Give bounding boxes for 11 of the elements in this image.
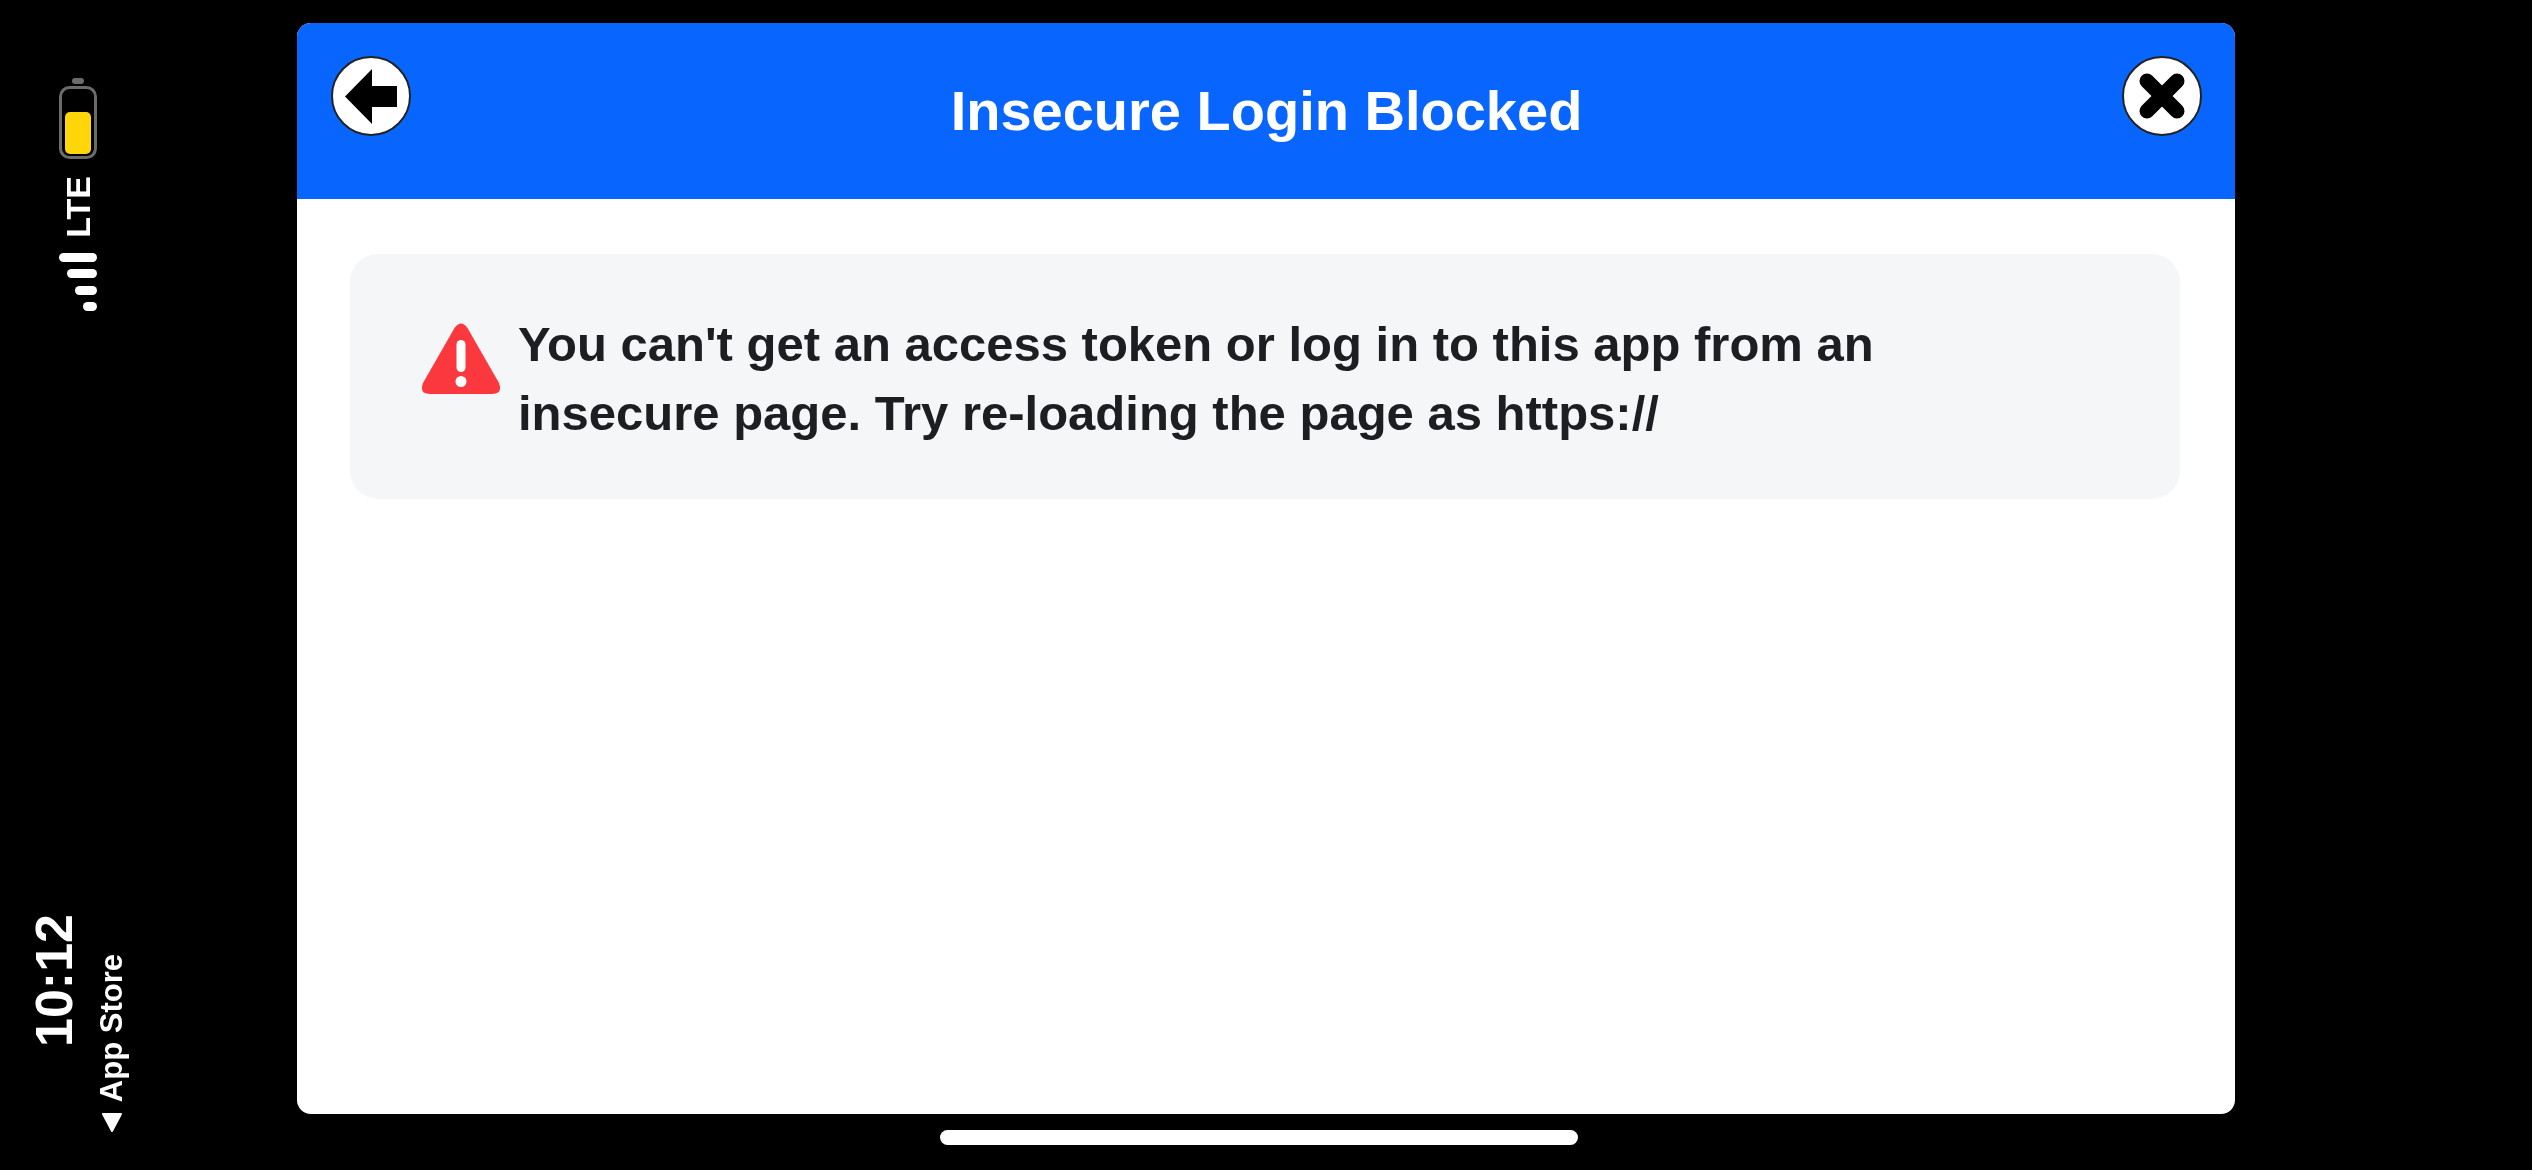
dialog-title: Insecure Login Blocked <box>949 78 1584 145</box>
close-icon <box>2138 72 2186 120</box>
triangle-icon <box>101 1112 122 1132</box>
warning-icon <box>421 323 501 395</box>
back-to-app-link[interactable]: App Store <box>96 953 127 1132</box>
clock-time: 10:12 <box>28 914 80 1047</box>
network-type-label: LTE <box>61 176 95 238</box>
signal-bars-icon <box>59 252 97 311</box>
notice-text: You can't get an access token or log in to this app from an insecure page. Try re-loading the page as https:// <box>518 316 1875 442</box>
battery-icon <box>58 78 98 160</box>
left-arrow-icon <box>345 68 397 124</box>
